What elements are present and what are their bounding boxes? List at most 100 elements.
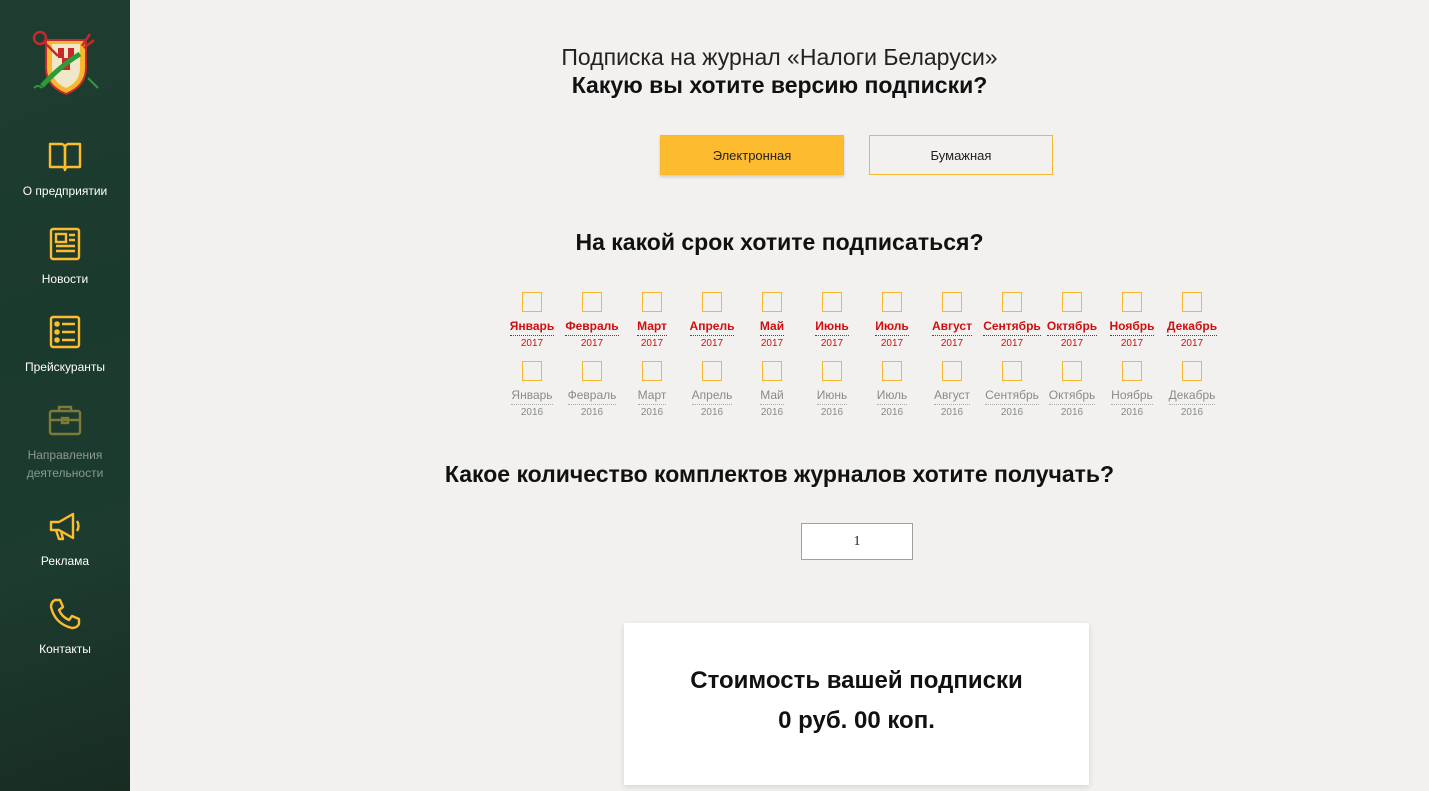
month-option[interactable]: Октябрь 2016 — [1042, 361, 1102, 418]
month-name[interactable]: Январь — [511, 387, 553, 405]
month-option[interactable]: Май 2017 — [742, 292, 802, 349]
month-checkbox[interactable] — [702, 361, 722, 381]
month-name[interactable]: Октябрь — [1046, 318, 1098, 336]
month-option[interactable]: Июль 2017 — [862, 292, 922, 349]
paper-version-button[interactable]: Бумажная — [869, 135, 1053, 175]
sidebar-item-ads[interactable]: Реклама — [0, 508, 130, 570]
month-name[interactable]: Май — [760, 387, 784, 405]
month-option[interactable]: Январь 2017 — [502, 292, 562, 349]
month-option[interactable]: Ноябрь 2016 — [1102, 361, 1162, 418]
sidebar-item-about[interactable]: О предприятии — [0, 138, 130, 200]
sidebar-item-label: Контакты — [39, 642, 91, 656]
phone-icon — [47, 596, 83, 632]
month-year: 2016 — [1120, 407, 1144, 418]
month-checkbox[interactable] — [642, 361, 662, 381]
month-checkbox[interactable] — [822, 292, 842, 312]
month-name[interactable]: Апрель — [689, 318, 735, 336]
sidebar-item-prices[interactable]: Прейскуранты — [0, 314, 130, 376]
month-checkbox[interactable] — [762, 292, 782, 312]
month-option[interactable]: Август 2016 — [922, 361, 982, 418]
month-year: 2017 — [640, 338, 664, 349]
month-name[interactable]: Май — [759, 318, 785, 336]
month-option[interactable]: Май 2016 — [742, 361, 802, 418]
month-name[interactable]: Январь — [509, 318, 555, 336]
coat-of-arms-icon[interactable] — [28, 26, 104, 98]
month-option[interactable]: Сентябрь 2017 — [982, 292, 1042, 349]
month-checkbox[interactable] — [582, 292, 602, 312]
sidebar-item-activities[interactable]: Направления деятельности — [0, 402, 130, 482]
month-option[interactable]: Октябрь 2017 — [1042, 292, 1102, 349]
month-name[interactable]: Апрель — [691, 387, 733, 405]
month-name[interactable]: Февраль — [567, 387, 617, 405]
month-year: 2017 — [880, 338, 904, 349]
month-name[interactable]: Сентябрь — [983, 318, 1041, 336]
month-option[interactable]: Ноябрь 2017 — [1102, 292, 1162, 349]
month-year: 2017 — [520, 338, 544, 349]
month-name[interactable]: Декабрь — [1168, 387, 1216, 405]
month-year: 2017 — [1120, 338, 1144, 349]
month-checkbox[interactable] — [1122, 292, 1142, 312]
sidebar-item-contacts[interactable]: Контакты — [0, 596, 130, 658]
month-year: 2016 — [760, 407, 784, 418]
month-name[interactable]: Август — [933, 387, 971, 405]
quantity-input[interactable] — [801, 523, 913, 560]
month-checkbox[interactable] — [882, 292, 902, 312]
month-checkbox[interactable] — [1062, 361, 1082, 381]
month-checkbox[interactable] — [1002, 361, 1022, 381]
month-year: 2017 — [760, 338, 784, 349]
month-option[interactable]: Декабрь 2017 — [1162, 292, 1222, 349]
month-name[interactable]: Февраль — [565, 318, 619, 336]
month-year: 2016 — [1060, 407, 1084, 418]
month-name[interactable]: Июль — [875, 318, 909, 336]
month-name[interactable]: Ноябрь — [1109, 318, 1155, 336]
month-option[interactable]: Сентябрь 2016 — [982, 361, 1042, 418]
month-checkbox[interactable] — [822, 361, 842, 381]
month-name[interactable]: Июнь — [816, 387, 848, 405]
month-checkbox[interactable] — [1182, 361, 1202, 381]
month-option[interactable]: Август 2017 — [922, 292, 982, 349]
month-name[interactable]: Март — [637, 387, 667, 405]
month-checkbox[interactable] — [882, 361, 902, 381]
month-checkbox[interactable] — [942, 292, 962, 312]
sidebar-item-label: Прейскуранты — [24, 360, 106, 374]
month-option[interactable]: Июнь 2017 — [802, 292, 862, 349]
month-option[interactable]: Январь 2016 — [502, 361, 562, 418]
month-year: 2016 — [580, 407, 604, 418]
month-checkbox[interactable] — [942, 361, 962, 381]
month-checkbox[interactable] — [1062, 292, 1082, 312]
month-name[interactable]: Декабрь — [1166, 318, 1218, 336]
month-name[interactable]: Август — [932, 318, 972, 336]
month-checkbox[interactable] — [1122, 361, 1142, 381]
month-option[interactable]: Март 2017 — [622, 292, 682, 349]
month-name[interactable]: Март — [637, 318, 667, 336]
month-option[interactable]: Апрель 2016 — [682, 361, 742, 418]
month-option[interactable]: Июнь 2016 — [802, 361, 862, 418]
month-option[interactable]: Июль 2016 — [862, 361, 922, 418]
month-checkbox[interactable] — [702, 292, 722, 312]
month-year: 2016 — [640, 407, 664, 418]
electronic-version-button[interactable]: Электронная — [660, 135, 844, 175]
sidebar-item-news[interactable]: Новости — [0, 226, 130, 288]
month-checkbox[interactable] — [762, 361, 782, 381]
month-option[interactable]: Февраль 2017 — [562, 292, 622, 349]
month-name[interactable]: Октябрь — [1048, 387, 1096, 405]
month-checkbox[interactable] — [582, 361, 602, 381]
month-name[interactable]: Сентябрь — [985, 387, 1039, 405]
month-checkbox[interactable] — [522, 361, 542, 381]
month-year: 2017 — [1180, 338, 1204, 349]
month-year: 2016 — [880, 407, 904, 418]
month-option[interactable]: Март 2016 — [622, 361, 682, 418]
month-option[interactable]: Февраль 2016 — [562, 361, 622, 418]
month-option[interactable]: Апрель 2017 — [682, 292, 742, 349]
month-name[interactable]: Ноябрь — [1111, 387, 1153, 405]
month-checkbox[interactable] — [1002, 292, 1022, 312]
month-checkbox[interactable] — [642, 292, 662, 312]
megaphone-icon — [47, 508, 83, 544]
month-name[interactable]: Июнь — [815, 318, 849, 336]
month-option[interactable]: Декабрь 2016 — [1162, 361, 1222, 418]
month-checkbox[interactable] — [522, 292, 542, 312]
month-year: 2016 — [1000, 407, 1024, 418]
month-checkbox[interactable] — [1182, 292, 1202, 312]
month-name[interactable]: Июль — [876, 387, 908, 405]
version-question: Какую вы хотите версию подписки? — [571, 72, 988, 98]
